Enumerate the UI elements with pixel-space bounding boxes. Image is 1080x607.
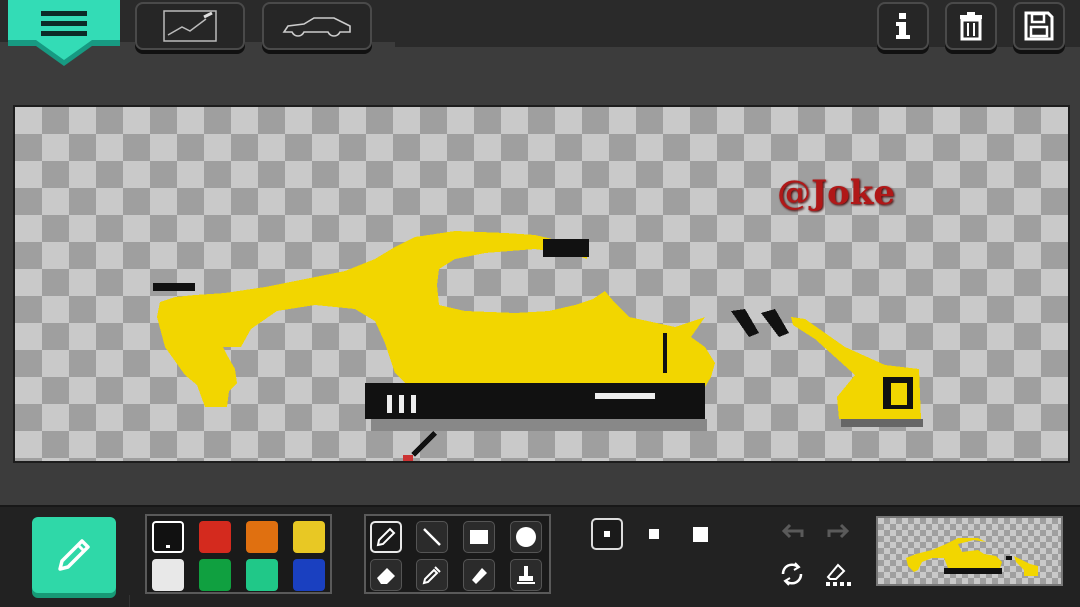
watermark-text: @Joke bbox=[777, 173, 895, 213]
eyedropper-icon bbox=[422, 566, 441, 585]
top-toolbar bbox=[0, 0, 1080, 66]
color-swatch-4[interactable] bbox=[152, 559, 184, 591]
preview-thumbnail[interactable] bbox=[876, 516, 1063, 586]
pencil-icon bbox=[58, 539, 90, 571]
clear-layer-button[interactable] bbox=[823, 559, 855, 589]
color-swatch-7[interactable] bbox=[293, 559, 325, 591]
bottom-toolbar bbox=[0, 505, 1080, 607]
stamp-icon bbox=[517, 566, 535, 584]
save-button[interactable] bbox=[1013, 2, 1065, 50]
trash-icon bbox=[960, 12, 982, 41]
chassis-skirt bbox=[371, 419, 707, 431]
refresh-icon bbox=[781, 562, 803, 586]
front-piece-base bbox=[841, 419, 923, 427]
exhaust bbox=[663, 333, 667, 373]
color-swatch-5[interactable] bbox=[199, 559, 231, 591]
circle-icon bbox=[516, 527, 536, 547]
line-icon bbox=[423, 528, 441, 546]
car-body bbox=[157, 231, 715, 407]
brush-size-small[interactable] bbox=[591, 518, 623, 550]
grille-1 bbox=[387, 395, 392, 413]
medium-dot-icon bbox=[649, 529, 659, 539]
circle-tool[interactable] bbox=[510, 521, 542, 553]
small-dot-icon bbox=[604, 531, 610, 537]
rectangle-tool[interactable] bbox=[463, 521, 495, 553]
rectangle-icon bbox=[470, 530, 488, 544]
car-drawing bbox=[153, 231, 923, 461]
color-swatch-6[interactable] bbox=[246, 559, 278, 591]
pencil-icon bbox=[376, 527, 396, 547]
rear-wing bbox=[153, 283, 195, 291]
cursor-pencil bbox=[411, 431, 437, 457]
sketch-icon bbox=[163, 10, 217, 42]
grille-4 bbox=[595, 393, 655, 399]
large-dot-icon bbox=[692, 526, 708, 542]
spoiler-top bbox=[543, 239, 589, 257]
eyedropper-tool[interactable] bbox=[416, 559, 448, 591]
redo-arrow-icon bbox=[827, 523, 850, 539]
car-silhouette-icon bbox=[282, 17, 351, 37]
hamburger-icon bbox=[8, 0, 120, 66]
dash-mark-1 bbox=[731, 309, 759, 337]
drawing-canvas[interactable]: @Joke bbox=[13, 105, 1070, 463]
draw-mode-button[interactable] bbox=[32, 517, 116, 593]
dash-mark-2 bbox=[761, 309, 789, 337]
color-swatch-0[interactable] bbox=[152, 521, 184, 553]
eraser-tool[interactable] bbox=[370, 559, 402, 591]
front-piece-slot-inner bbox=[891, 383, 907, 405]
brush-size-medium[interactable] bbox=[638, 518, 670, 550]
tool-panel bbox=[364, 514, 551, 594]
floppy-disk-icon bbox=[1024, 11, 1054, 41]
color-swatch-2[interactable] bbox=[246, 521, 278, 553]
info-button[interactable] bbox=[877, 2, 929, 50]
delete-button[interactable] bbox=[945, 2, 997, 50]
redo-button[interactable] bbox=[823, 519, 855, 547]
preview-car-image bbox=[906, 538, 1038, 576]
color-swatch-3[interactable] bbox=[293, 521, 325, 553]
color-palette bbox=[145, 514, 332, 594]
info-icon bbox=[896, 13, 910, 39]
stamp-tool[interactable] bbox=[510, 559, 542, 591]
color-swatch-1[interactable] bbox=[199, 521, 231, 553]
eraser-icon bbox=[377, 568, 395, 584]
undo-button[interactable] bbox=[776, 519, 808, 547]
sketch-tab[interactable] bbox=[135, 2, 245, 50]
grille-2 bbox=[399, 395, 404, 413]
menu-button[interactable] bbox=[8, 0, 120, 70]
pixel-editor-app: @Joke bbox=[0, 0, 1080, 607]
undo-arrow-icon bbox=[781, 523, 804, 539]
line-tool[interactable] bbox=[416, 521, 448, 553]
rotate-button[interactable] bbox=[776, 559, 808, 589]
eraser-layers-icon bbox=[826, 563, 851, 586]
grille-3 bbox=[411, 395, 416, 413]
car-outline-tab[interactable] bbox=[262, 2, 372, 50]
brush-size-large[interactable] bbox=[684, 518, 716, 550]
cursor-dot bbox=[403, 455, 413, 461]
fill-tool[interactable] bbox=[463, 559, 495, 591]
selected-indicator bbox=[166, 545, 170, 548]
pencil-tool[interactable] bbox=[370, 521, 402, 553]
fill-bucket-icon bbox=[472, 568, 487, 584]
